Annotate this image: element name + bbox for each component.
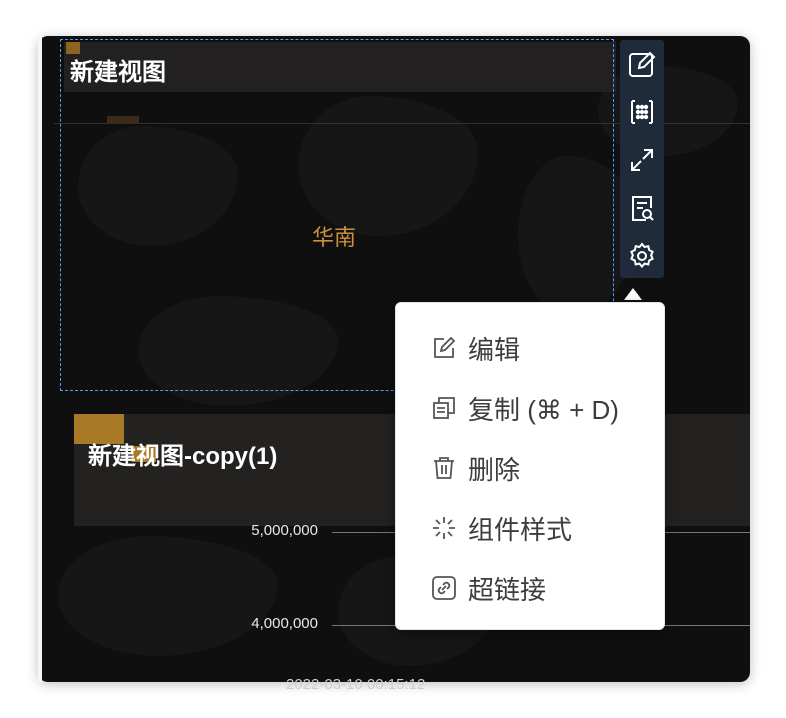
sparkle-icon [430,514,458,542]
menu-item-label: 复制 (⌘ + D) [468,394,619,425]
menu-item-label: 编辑 [468,334,521,365]
component-toolbar [620,40,664,278]
menu-item-label: 组件样式 [468,514,573,545]
y-tick-label: 4,000,000 [251,615,318,632]
expand-icon[interactable] [626,144,658,176]
edit-icon [430,334,458,362]
card2-title: 新建视图-copy(1) [88,443,278,470]
view-data-icon[interactable] [626,192,658,224]
y-tick-label: 5,000,000 [251,522,318,539]
menu-item-style[interactable]: 组件样式 [396,503,664,553]
grid-layout-icon[interactable] [626,96,658,128]
menu-item-label: 删除 [468,454,521,485]
menu-pointer [624,288,642,300]
trash-icon [430,454,458,482]
menu-item-edit[interactable]: 编辑 [396,323,664,373]
link-icon [430,574,458,602]
menu-item-copy[interactable]: 复制 (⌘ + D) [396,383,664,433]
context-menu: 编辑 复制 (⌘ + D) 删除 组件样式 超链接 [395,302,665,630]
settings-icon[interactable] [626,240,658,272]
menu-item-hyperlink[interactable]: 超链接 [396,563,664,613]
menu-item-label: 超链接 [468,574,547,605]
edit-icon[interactable] [626,48,658,80]
canvas-edge [38,36,42,682]
copy-icon [430,394,458,422]
menu-item-delete[interactable]: 删除 [396,443,664,493]
x-tick-label: 2022-03-10 00:15:12 [286,676,426,693]
